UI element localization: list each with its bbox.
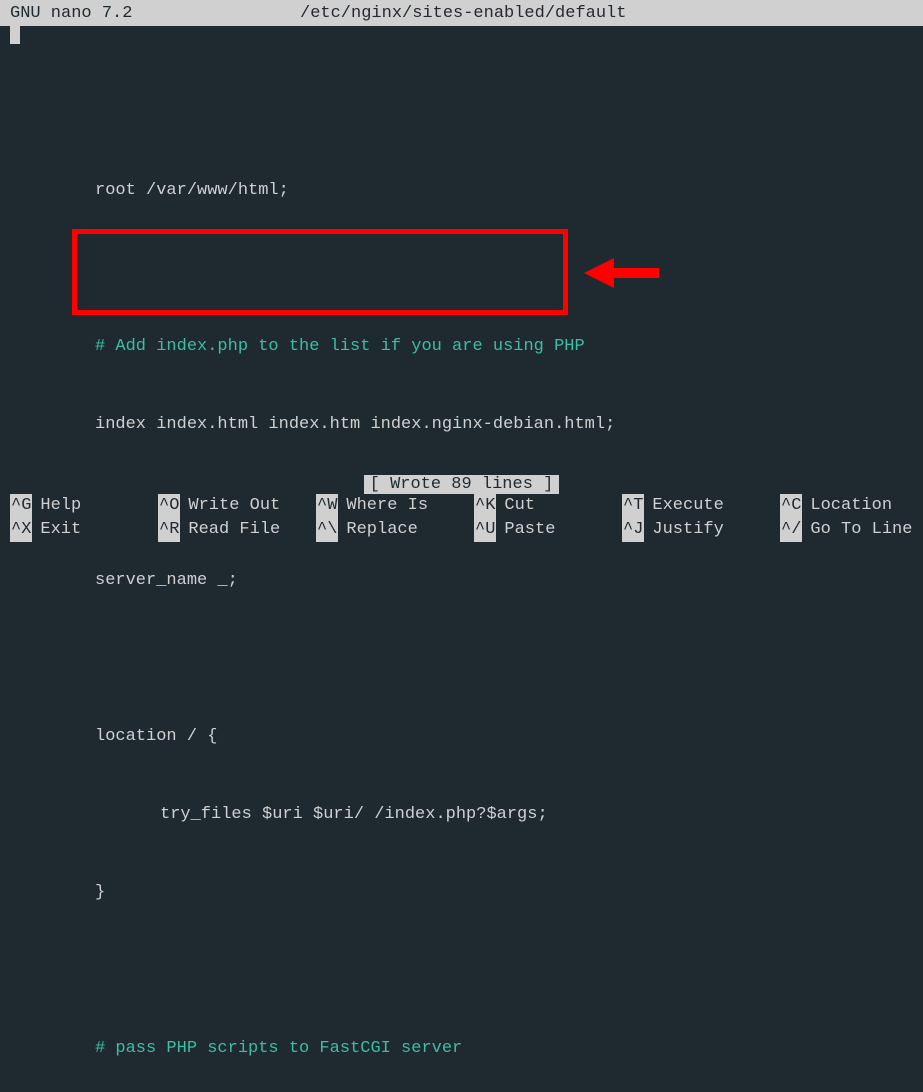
code-line: location / {	[10, 724, 913, 750]
file-path: /etc/nginx/sites-enabled/default	[300, 4, 913, 23]
shortcut-label: Justify	[652, 518, 723, 542]
editor-content[interactable]: root /var/www/html; # Add index.php to t…	[0, 48, 923, 1092]
text-cursor	[10, 26, 20, 44]
shortcut-execute[interactable]: ^TExecute	[622, 494, 780, 518]
code-line: try_files $uri $uri/ /index.php?$args;	[10, 802, 913, 828]
shortcut-label: Execute	[652, 494, 723, 518]
shortcut-label: Replace	[346, 518, 417, 542]
shortcuts-bar: ^GHelp ^OWrite Out ^WWhere Is ^KCut ^TEx…	[0, 494, 923, 546]
shortcut-read-file[interactable]: ^RRead File	[158, 518, 316, 542]
shortcut-justify[interactable]: ^JJustify	[622, 518, 780, 542]
comment-line: # Add index.php to the list if you are u…	[10, 334, 913, 360]
code-line: server_name _;	[10, 568, 913, 594]
cursor-line	[0, 26, 923, 48]
code-line: }	[10, 880, 913, 906]
app-name: GNU nano 7.2	[10, 4, 300, 23]
status-bar: [ Wrote 89 lines ]	[0, 475, 923, 494]
shortcut-label: Location	[810, 494, 892, 518]
shortcut-label: Go To Line	[810, 518, 912, 542]
shortcut-label: Cut	[504, 494, 535, 518]
shortcut-label: Help	[40, 494, 81, 518]
shortcut-help[interactable]: ^GHelp	[10, 494, 158, 518]
shortcut-cut[interactable]: ^KCut	[474, 494, 622, 518]
shortcut-label: Write Out	[188, 494, 280, 518]
shortcut-label: Where Is	[346, 494, 428, 518]
code-line: root /var/www/html;	[10, 178, 913, 204]
shortcut-label: Exit	[40, 518, 81, 542]
shortcut-paste[interactable]: ^UPaste	[474, 518, 622, 542]
code-line: index index.html index.htm index.nginx-d…	[10, 412, 913, 438]
title-bar: GNU nano 7.2 /etc/nginx/sites-enabled/de…	[0, 0, 923, 26]
shortcut-label: Paste	[504, 518, 555, 542]
comment-line: # pass PHP scripts to FastCGI server	[10, 1036, 913, 1062]
shortcut-write-out[interactable]: ^OWrite Out	[158, 494, 316, 518]
shortcut-exit[interactable]: ^XExit	[10, 518, 158, 542]
shortcut-label: Read File	[188, 518, 280, 542]
shortcut-where-is[interactable]: ^WWhere Is	[316, 494, 474, 518]
shortcut-location[interactable]: ^CLocation	[780, 494, 913, 518]
shortcut-go-to-line[interactable]: ^/Go To Line	[780, 518, 913, 542]
status-message: [ Wrote 89 lines ]	[364, 475, 560, 494]
shortcut-replace[interactable]: ^\Replace	[316, 518, 474, 542]
